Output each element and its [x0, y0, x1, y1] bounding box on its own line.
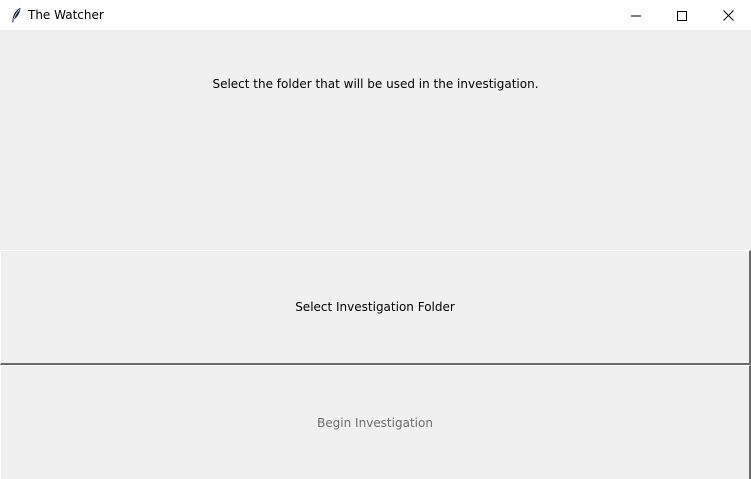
instruction-area: Select the folder that will be used in t… [0, 30, 751, 250]
maximize-button[interactable] [659, 0, 705, 30]
window-title: The Watcher [28, 8, 104, 22]
window-controls [613, 0, 751, 30]
close-icon [722, 6, 734, 25]
begin-investigation-button[interactable]: Begin Investigation [0, 365, 751, 479]
minimize-icon [631, 6, 641, 25]
app-window: The Watcher Select the folder that will … [0, 0, 751, 479]
title-bar[interactable]: The Watcher [0, 0, 751, 30]
maximize-icon [677, 6, 687, 25]
close-button[interactable] [705, 0, 751, 30]
minimize-button[interactable] [613, 0, 659, 30]
select-folder-button[interactable]: Select Investigation Folder [0, 250, 751, 365]
instruction-label: Select the folder that will be used in t… [212, 77, 539, 91]
feather-icon [10, 7, 22, 23]
